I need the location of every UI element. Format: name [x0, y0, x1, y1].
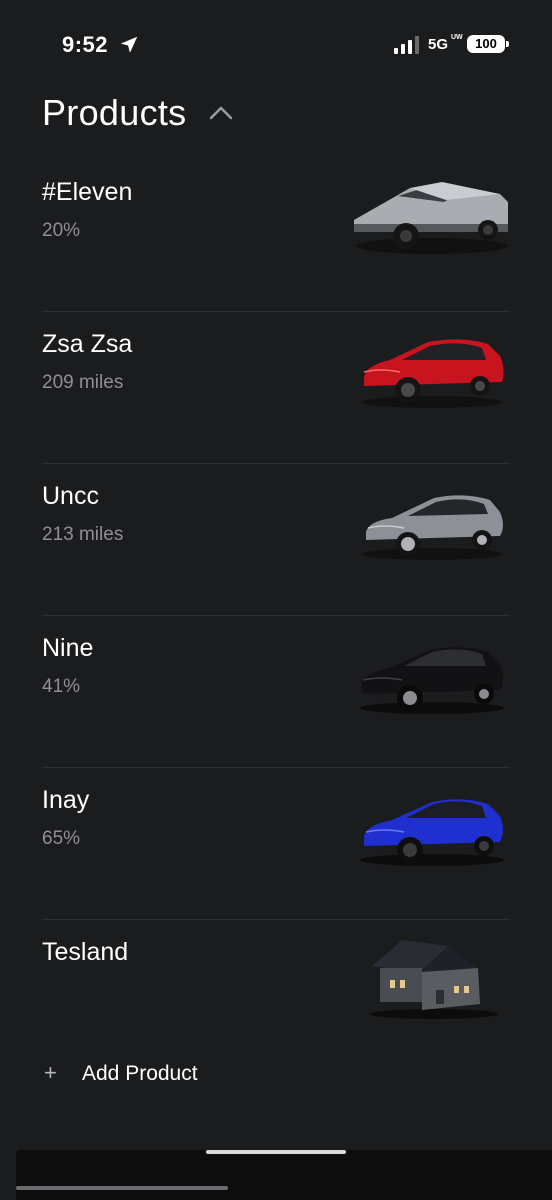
status-time: 9:52: [62, 32, 109, 57]
plus-icon: +: [44, 1060, 57, 1085]
scroll-indicator: [16, 1186, 228, 1190]
product-name: Zsa Zsa: [42, 330, 133, 358]
product-name: Uncc: [42, 482, 99, 510]
product-row[interactable]: Uncc 213 miles: [42, 464, 510, 616]
product-row[interactable]: Inay 65%: [42, 768, 510, 920]
model-s-silver-image: [362, 495, 503, 560]
product-status: 41%: [42, 676, 81, 697]
product-name: Nine: [42, 634, 94, 662]
model-x-red-image: [362, 339, 504, 408]
product-row[interactable]: Nine 41%: [42, 616, 510, 768]
product-list: #Eleven 20% Zsa Zsa 209 miles Uncc 213 m…: [42, 160, 510, 1071]
status-bar: 9:52 5G UW 100: [0, 0, 552, 90]
product-status: 209 miles: [42, 372, 124, 393]
battery-icon: 100: [467, 35, 505, 53]
home-indicator[interactable]: [206, 1150, 346, 1154]
products-header[interactable]: Products: [42, 92, 233, 138]
product-row[interactable]: Zsa Zsa 209 miles: [42, 312, 510, 464]
page-title: Products: [42, 92, 187, 133]
cybertruck-image: [354, 182, 508, 254]
model-y-black-image: [360, 647, 504, 714]
battery-tip: [506, 41, 509, 47]
product-status: 20%: [42, 220, 81, 241]
add-product-label: Add Product: [82, 1062, 198, 1085]
product-name: #Eleven: [42, 178, 133, 206]
network-type: 5G: [428, 36, 449, 53]
battery-level: 100: [475, 36, 497, 51]
model-3-blue-image: [360, 799, 504, 866]
product-row[interactable]: Tesland: [42, 920, 510, 1071]
product-row[interactable]: #Eleven 20%: [42, 160, 510, 312]
network-subtype: UW: [451, 34, 463, 41]
bottom-sheet[interactable]: [16, 1150, 552, 1200]
product-name: Tesland: [42, 938, 129, 966]
chevron-up-icon[interactable]: [208, 104, 234, 122]
product-status: 65%: [42, 828, 81, 849]
location-arrow-icon: [120, 36, 138, 53]
product-status: 213 miles: [42, 524, 124, 545]
cellular-signal-icon: [394, 36, 419, 54]
product-name: Inay: [42, 786, 90, 814]
solar-house-image: [370, 940, 498, 1019]
